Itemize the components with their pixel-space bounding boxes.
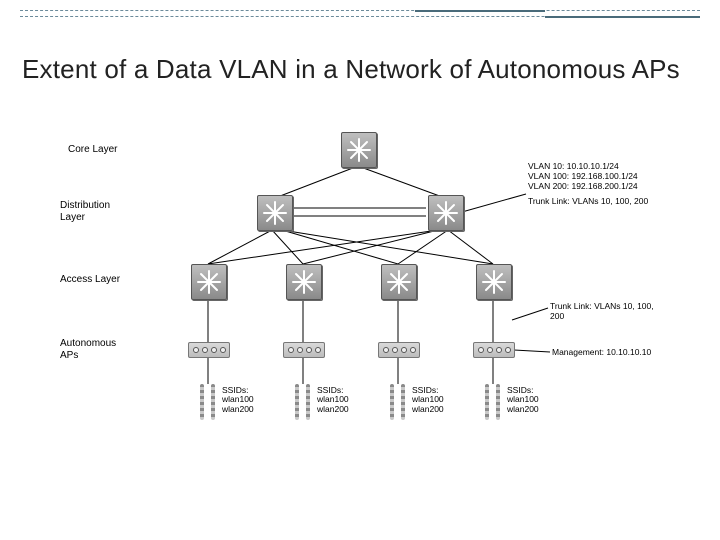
vlan-line: Trunk Link: VLANs 10, 100, 200 <box>528 197 648 207</box>
ssid-block-3: SSIDs: wlan100 wlan200 <box>412 386 444 414</box>
management-ip-label: Management: 10.10.10.10 <box>552 348 651 358</box>
access-switch-3 <box>381 264 417 300</box>
antenna-group-4 <box>485 384 500 420</box>
ssid-block-2: SSIDs: wlan100 wlan200 <box>317 386 349 414</box>
vlan-info-block: VLAN 10: 10.10.10.1/24 VLAN 100: 192.168… <box>528 162 648 207</box>
autonomous-ap-3 <box>378 342 420 358</box>
autonomous-ap-2 <box>283 342 325 358</box>
antenna-group-3 <box>390 384 405 420</box>
trunk-link-label: Trunk Link: VLANs 10, 100, 200 <box>550 302 660 322</box>
label-core-layer: Core Layer <box>68 144 117 156</box>
ssid-line: wlan200 <box>507 405 539 414</box>
access-switch-4 <box>476 264 512 300</box>
vlan-line: VLAN 200: 192.168.200.1/24 <box>528 182 648 192</box>
core-switch <box>341 132 377 168</box>
distribution-switch-left <box>257 195 293 231</box>
ssid-block-4: SSIDs: wlan100 wlan200 <box>507 386 539 414</box>
autonomous-ap-1 <box>188 342 230 358</box>
label-distribution-layer: Distribution Layer <box>60 200 110 223</box>
antenna-group-1 <box>200 384 215 420</box>
slide-top-rule <box>20 10 700 28</box>
distribution-switch-right <box>428 195 464 231</box>
access-switch-2 <box>286 264 322 300</box>
label-autonomous-aps: Autonomous APs <box>60 338 116 361</box>
ssid-line: wlan200 <box>222 405 254 414</box>
access-switch-1 <box>191 264 227 300</box>
autonomous-ap-4 <box>473 342 515 358</box>
slide-title: Extent of a Data VLAN in a Network of Au… <box>22 53 700 86</box>
label-access-layer: Access Layer <box>60 274 120 286</box>
ssid-line: wlan200 <box>317 405 349 414</box>
ssid-block-1: SSIDs: wlan100 wlan200 <box>222 386 254 414</box>
network-diagram: Core Layer Distribution Layer Access Lay… <box>60 130 660 490</box>
antenna-group-2 <box>295 384 310 420</box>
ssid-line: wlan200 <box>412 405 444 414</box>
